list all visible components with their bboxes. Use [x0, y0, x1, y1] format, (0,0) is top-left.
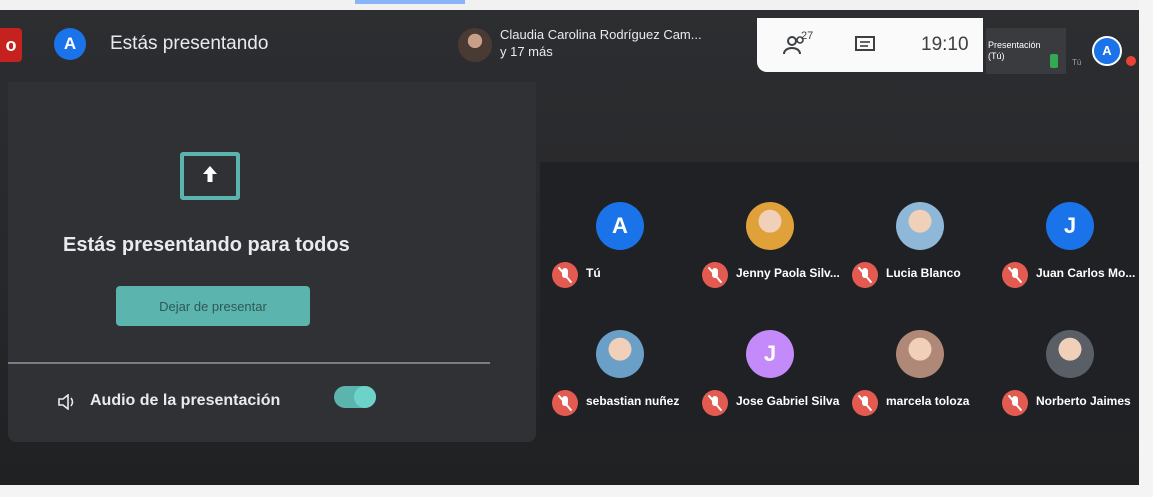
participant-name: Juan Carlos Mo... — [1036, 266, 1136, 280]
mic-off-icon — [552, 390, 578, 416]
participant-name: Tú — [586, 266, 601, 280]
participant-tile[interactable]: Jenny Paola Silv... — [694, 162, 844, 288]
participant-tile[interactable]: J Jose Gabriel Silva — [694, 290, 844, 416]
participant-avatar — [1046, 330, 1094, 378]
browser-indicator — [355, 0, 465, 4]
mic-level-icon — [1050, 54, 1058, 68]
self-view-tag: Tú — [1072, 58, 1082, 67]
self-avatar: A — [1092, 36, 1122, 66]
stop-presenting-button[interactable]: Dejar de presentar — [116, 286, 310, 326]
participant-name: sebastian nuñez — [586, 394, 680, 408]
presentation-audio-toggle[interactable] — [334, 386, 376, 408]
clock-time: 19:10 — [921, 34, 969, 55]
upload-arrow-icon — [203, 166, 217, 182]
mic-off-icon — [852, 390, 878, 416]
participant-tile[interactable]: A Tú — [544, 162, 694, 288]
speaker-icon — [58, 394, 74, 410]
mic-off-icon — [702, 390, 728, 416]
screen-edge-bottom — [0, 485, 1153, 497]
end-call-tab[interactable]: o — [0, 28, 22, 62]
mic-off-icon — [1002, 390, 1028, 416]
participant-name: Jose Gabriel Silva — [736, 394, 840, 408]
screen-edge — [1139, 0, 1153, 497]
meeting-controls: 27 19:10 — [757, 18, 983, 72]
presentation-audio-label: Audio de la presentación — [90, 392, 281, 409]
presenting-status: Estás presentando — [110, 33, 269, 54]
people-count: 27 — [801, 30, 814, 42]
recording-indicator-icon — [1126, 56, 1136, 66]
participant-grid: A Tú Jenny Paola Silv... Lucia Blanco J Juan … — [540, 162, 1139, 434]
participant-tile[interactable]: J Juan Carlos Mo... — [994, 162, 1144, 288]
presenting-panel: Estás presentando para todos Dejar de pr… — [8, 82, 536, 442]
presenting-title: Estás presentando para todos — [63, 234, 350, 256]
participant-tile[interactable]: sebastian nuñez — [544, 290, 694, 416]
browser-strip — [0, 0, 1153, 10]
participant-avatar — [746, 202, 794, 250]
presenter-name: Claudia Carolina Rodríguez Cam... — [500, 27, 702, 42]
participant-tile[interactable]: marcela toloza — [844, 290, 994, 416]
participant-tile[interactable]: Lucia Blanco — [844, 162, 994, 288]
participant-name: Norberto Jaimes — [1036, 394, 1131, 408]
participant-avatar — [896, 330, 944, 378]
participant-name: Lucia Blanco — [886, 266, 961, 280]
toggle-knob — [354, 386, 376, 408]
participant-avatar — [596, 330, 644, 378]
present-screen-icon — [180, 152, 240, 200]
participant-tile[interactable]: Norberto Jaimes — [994, 290, 1144, 416]
presenter-more-count: y 17 más — [500, 44, 553, 59]
participant-avatar: J — [746, 330, 794, 378]
mic-off-icon — [1002, 262, 1028, 288]
chat-icon[interactable] — [855, 36, 875, 54]
mic-off-icon — [852, 262, 878, 288]
user-avatar: A — [54, 28, 86, 60]
mic-off-icon — [702, 262, 728, 288]
participant-name: marcela toloza — [886, 394, 970, 408]
participant-name: Jenny Paola Silv... — [736, 266, 840, 280]
presenter-avatar — [458, 28, 492, 62]
mic-off-icon — [552, 262, 578, 288]
participant-avatar: A — [596, 202, 644, 250]
participant-avatar: J — [1046, 202, 1094, 250]
self-view-label: Presentación (Tú) — [988, 40, 1041, 61]
participant-avatar — [896, 202, 944, 250]
panel-divider — [8, 362, 490, 364]
self-view-tile[interactable]: Presentación (Tú) — [986, 28, 1066, 74]
